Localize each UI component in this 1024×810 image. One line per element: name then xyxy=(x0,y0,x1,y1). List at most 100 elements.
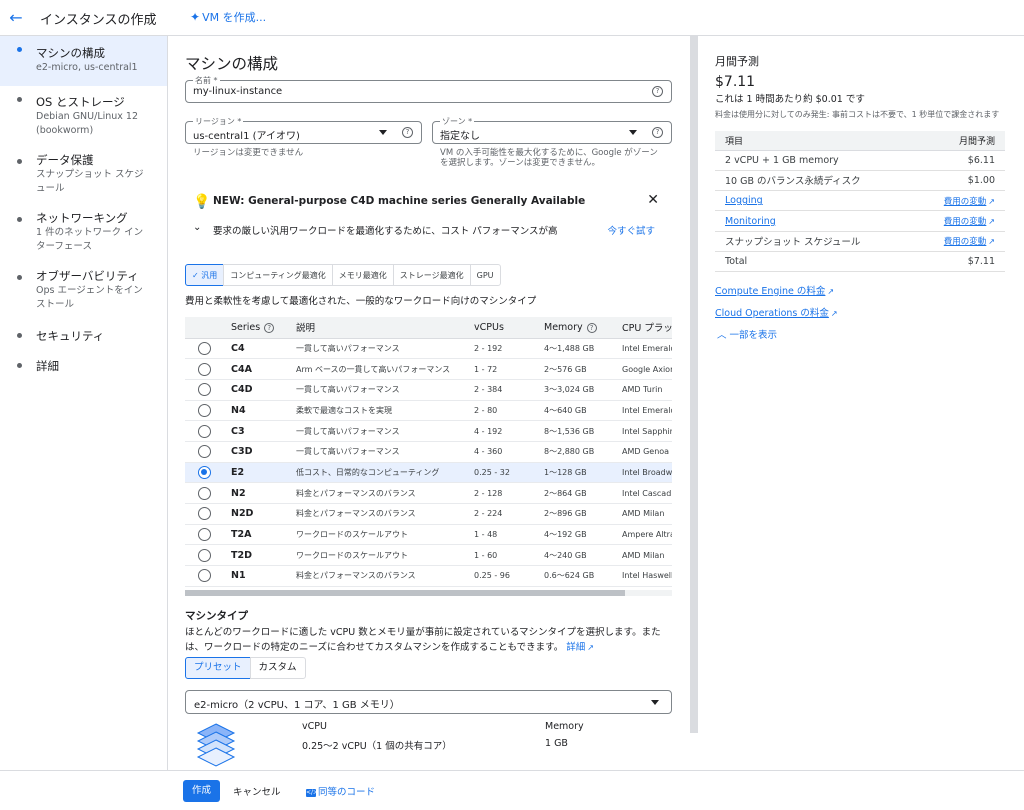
close-icon[interactable]: ✕ xyxy=(647,192,659,208)
help-icon[interactable]: ? xyxy=(264,322,275,333)
create-vm-label: VM を作成... xyxy=(202,11,267,24)
preset-custom-toggle: プリセット カスタム xyxy=(185,657,306,679)
help-icon[interactable]: ? xyxy=(652,127,663,138)
nav-item-data-protection[interactable]: データ保護 スナップショット スケジ ュール xyxy=(0,148,167,206)
monitoring-link[interactable]: Monitoring xyxy=(725,216,776,227)
try-now-link[interactable]: 今すぐ試す xyxy=(607,223,655,237)
bullet-icon xyxy=(17,47,22,52)
variable-cost-link[interactable]: 費用の変動 xyxy=(944,197,987,207)
vertical-scrollbar[interactable] xyxy=(690,36,698,733)
cell-description: 料金とパフォーマンスのバランス xyxy=(292,503,470,525)
nav-item-title: データ保護 xyxy=(36,153,94,167)
logging-link[interactable]: Logging xyxy=(725,195,763,206)
cost-value-cell: 費用の変動 ↗ xyxy=(909,231,1005,252)
variable-cost-link[interactable]: 費用の変動 xyxy=(944,237,987,247)
radio-button[interactable] xyxy=(198,424,211,438)
zone-hint-2: を選択します。ゾーンは変更できません。 xyxy=(440,158,600,168)
header-cpu-platform: CPU プラッ xyxy=(618,317,672,339)
radio-button[interactable] xyxy=(198,445,211,459)
bullet-icon xyxy=(17,363,22,368)
cell-series: C3D xyxy=(227,441,292,463)
create-vm-button[interactable]: ✦ VM を作成... xyxy=(190,9,266,25)
external-link-icon: ↗ xyxy=(830,309,838,318)
compute-engine-pricing-link[interactable]: Compute Engine の料金 ↗ xyxy=(715,283,834,297)
cell-vcpus: 4 - 360 xyxy=(470,441,540,463)
cancel-button[interactable]: キャンセル xyxy=(233,784,281,798)
tab-storage-optimized[interactable]: ストレージ最適化 xyxy=(392,264,471,286)
lightbulb-icon: 💡 xyxy=(193,194,211,210)
table-row[interactable]: N4 柔軟で最適なコストを実現 2 - 80 4～640 GB Intel Emeral… xyxy=(185,400,672,422)
zone-select[interactable]: ゾーン * 指定なし ? xyxy=(432,116,672,144)
show-less-label: 一部を表示 xyxy=(729,330,778,341)
machine-type-select[interactable]: e2-micro（2 vCPU、1 コア、1 GB メモリ） xyxy=(185,690,672,714)
nav-item-title: OS とストレージ xyxy=(36,95,125,109)
cell-series: E2 xyxy=(227,462,292,484)
table-row[interactable]: T2A ワークロードのスケールアウト 1 - 48 4～192 GB Ampere Al… xyxy=(185,524,672,546)
table-row[interactable]: N2 料金とパフォーマンスのバランス 2 - 128 2～864 GB Intel Ca… xyxy=(185,482,672,504)
cell-memory: 4～240 GB xyxy=(540,544,618,567)
nav-item-subtitle: Debian GNU/Linux 12 (bookworm) xyxy=(36,111,139,136)
nav-item-observability[interactable]: オブザーバビリティ Ops エージェントをイン ストール xyxy=(0,264,167,322)
cloud-operations-pricing-link[interactable]: Cloud Operations の料金 ↗ xyxy=(715,305,838,319)
tab-general-purpose[interactable]: ✓ 汎用 xyxy=(185,264,225,286)
variable-cost-link[interactable]: 費用の変動 xyxy=(944,217,987,227)
cell-vcpus: 2 - 192 xyxy=(470,338,540,360)
create-button[interactable]: 作成 xyxy=(183,780,220,802)
name-field[interactable]: 名前 * my-linux-instance ? xyxy=(185,75,672,103)
cost-value-cell: 費用の変動 ↗ xyxy=(909,210,1005,232)
table-row[interactable]: C4A Arm ベースの一貫して高いパフォーマンス 1 - 72 2～576 GB Go… xyxy=(185,358,672,380)
radio-button[interactable] xyxy=(198,465,211,479)
radio-button[interactable] xyxy=(198,507,211,521)
tab-memory-optimized[interactable]: メモリ最適化 xyxy=(331,264,394,286)
table-row[interactable]: N1 料金とパフォーマンスのバランス 0.25 - 96 0.6～624 GB Inte… xyxy=(185,565,672,587)
cell-cpu-platform: Intel Cascad xyxy=(618,482,672,504)
radio-button[interactable] xyxy=(198,362,211,376)
region-select[interactable]: リージョン * us-central1 (アイオワ) ? xyxy=(185,116,422,144)
nav-item-networking[interactable]: ネットワーキング 1 件のネットワーク イン ターフェース xyxy=(0,206,167,264)
help-icon[interactable]: ? xyxy=(652,86,663,97)
cell-memory: 4～1,488 GB xyxy=(540,338,618,360)
radio-button[interactable] xyxy=(198,548,211,562)
nav-item-advanced[interactable]: 詳細 xyxy=(0,352,167,382)
cell-memory: 0.6～624 GB xyxy=(540,565,618,587)
tab-gpu[interactable]: GPU xyxy=(469,264,501,286)
tab-compute-optimized[interactable]: コンピューティング最適化 xyxy=(223,264,333,286)
learn-more-link[interactable]: 詳細 ↗ xyxy=(566,642,594,653)
radio-button[interactable] xyxy=(198,569,211,583)
machine-family-tabs: ✓ 汎用 コンピューティング最適化 メモリ最適化 ストレージ最適化 GPU xyxy=(185,264,501,286)
table-row[interactable]: C3D 一貫して高いパフォーマンス 4 - 360 8～2,880 GB AMD Gen… xyxy=(185,441,672,463)
cell-memory: 2～896 GB xyxy=(540,503,618,525)
radio-button[interactable] xyxy=(198,486,211,500)
show-less-button[interactable]: ︿ 一部を表示 xyxy=(717,327,777,341)
help-icon[interactable]: ? xyxy=(402,127,413,138)
chevron-down-icon[interactable]: ⌄ xyxy=(193,222,201,233)
table-row[interactable]: C4D 一貫して高いパフォーマンス 2 - 384 3～3,024 GB AMD Tur… xyxy=(185,379,672,401)
radio-button[interactable] xyxy=(198,383,211,397)
cell-memory: 4～192 GB xyxy=(540,524,618,546)
table-row[interactable]: C3 一貫して高いパフォーマンス 4 - 192 8～1,536 GB Intel Sa… xyxy=(185,420,672,442)
radio-button[interactable] xyxy=(198,528,211,542)
radio-button[interactable] xyxy=(198,403,211,417)
table-row[interactable]: N2D 料金とパフォーマンスのバランス 2 - 224 2～896 GB AMD Mil… xyxy=(185,503,672,525)
nav-item-security[interactable]: セキュリティ xyxy=(0,322,167,352)
nav-item-os-storage[interactable]: OS とストレージ Debian GNU/Linux 12 (bookworm) xyxy=(0,86,167,148)
table-row[interactable]: E2 低コスト、日常的なコンピューティング 0.25 - 32 1～128 GB Int… xyxy=(185,462,672,484)
scrollbar-thumb[interactable] xyxy=(185,590,625,596)
horizontal-scrollbar[interactable] xyxy=(185,590,672,596)
nav-item-title: セキュリティ xyxy=(36,329,105,343)
name-field-value: my-linux-instance xyxy=(193,86,283,97)
table-row[interactable]: T2D ワークロードのスケールアウト 1 - 60 4～240 GB AMD Milan xyxy=(185,544,672,567)
custom-button[interactable]: カスタム xyxy=(249,657,306,679)
cell-series: C4A xyxy=(227,358,292,380)
back-arrow-icon[interactable]: ← xyxy=(6,8,26,28)
preset-button[interactable]: プリセット xyxy=(185,657,251,679)
nav-item-machine-config[interactable]: マシンの構成 e2-micro, us-central1 xyxy=(0,36,167,86)
equivalent-code-button[interactable]: </>同等のコード xyxy=(306,784,375,798)
help-icon[interactable]: ? xyxy=(586,322,597,333)
table-row[interactable]: C4 一貫して高いパフォーマンス 2 - 192 4～1,488 GB Intel Em… xyxy=(185,338,672,360)
radio-button[interactable] xyxy=(198,341,211,355)
nav-item-title: マシンの構成 xyxy=(36,46,105,60)
cost-header-item: 項目 xyxy=(715,131,910,151)
nav-item-title: 詳細 xyxy=(36,359,59,373)
row-radio-cell xyxy=(185,420,227,442)
